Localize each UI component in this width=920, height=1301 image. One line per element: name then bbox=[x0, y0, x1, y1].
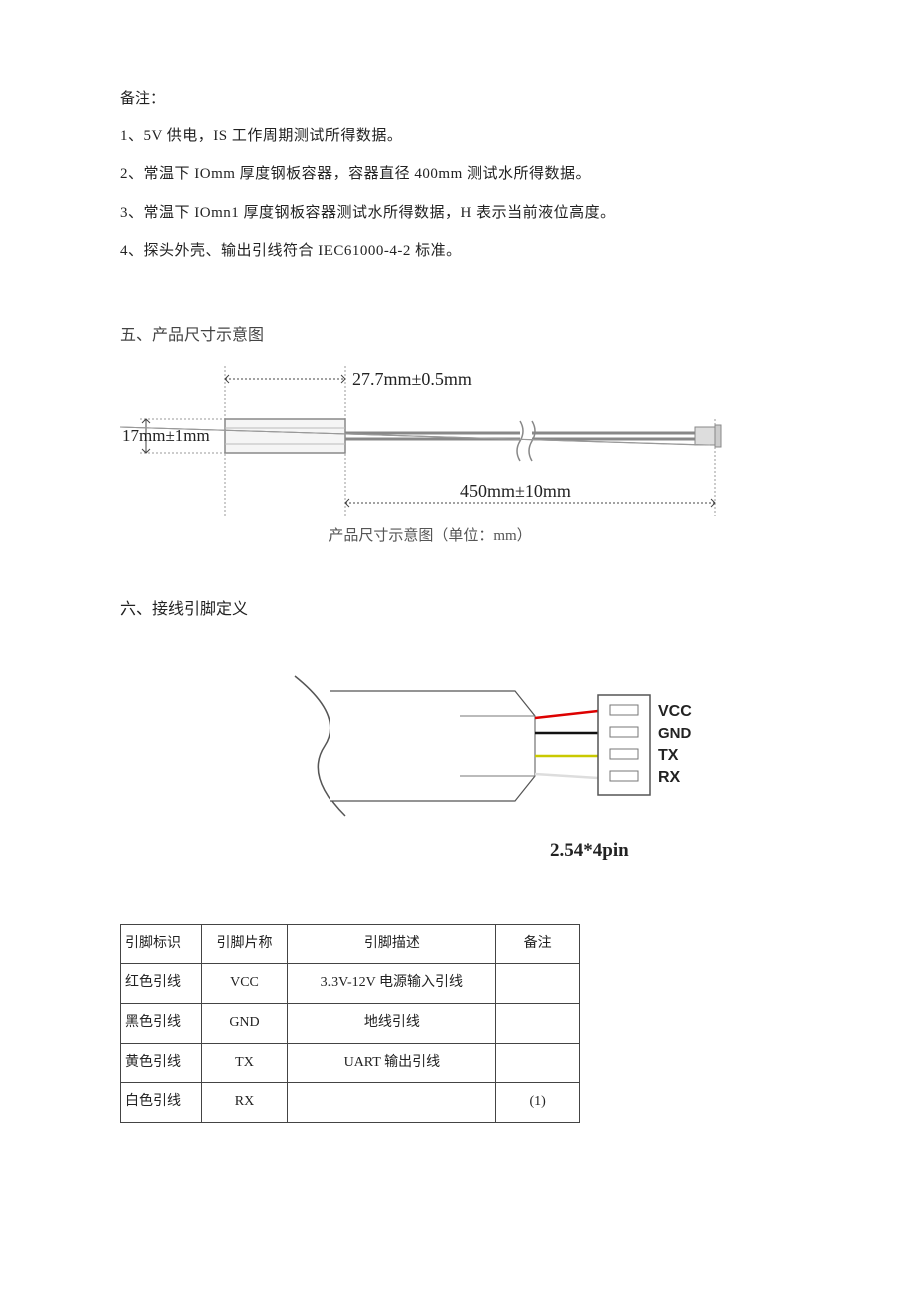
table-header-row: 引脚标识 引脚片称 引脚描述 备注 bbox=[121, 924, 580, 964]
wire-red bbox=[535, 711, 598, 718]
pin-label-gnd: GND bbox=[658, 725, 692, 742]
dimension-caption: 产品尺寸示意图（单位：mm） bbox=[120, 522, 740, 551]
th-pin-desc: 引脚描述 bbox=[288, 924, 496, 964]
th-pin-id: 引脚标识 bbox=[121, 924, 202, 964]
connector-spec: 2.54*4pin bbox=[550, 833, 740, 869]
note-item: 4、探头外壳、输出引线符合 IEC61000-4-2 标准。 bbox=[120, 237, 800, 266]
note-item: 2、常温下 IOmm 厚度钢板容器，容器直径 400mm 测试水所得数据。 bbox=[120, 160, 800, 189]
pinout-diagram: VCC GND TX RX 2.54*4pin bbox=[290, 671, 740, 869]
notes-heading: 备注： bbox=[120, 85, 800, 114]
table-row: 白色引线 RX (1) bbox=[121, 1083, 580, 1123]
section-6-title: 六、接线引脚定义 bbox=[120, 595, 800, 625]
section-5-title: 五、产品尺寸示意图 bbox=[120, 321, 800, 351]
dimension-diagram: 27.7mm±0.5mm 17mm±1mm bbox=[120, 361, 740, 516]
dim-bottom-label: 450mm±10mm bbox=[460, 481, 571, 501]
dim-top-label: 27.7mm±0.5mm bbox=[352, 369, 472, 389]
th-pin-name: 引脚片称 bbox=[201, 924, 288, 964]
document-page: 备注： 1、5V 供电，IS 工作周期测试所得数据。 2、常温下 IOmm 厚度… bbox=[0, 0, 920, 1183]
th-pin-note: 备注 bbox=[496, 924, 580, 964]
pin-table: 引脚标识 引脚片称 引脚描述 备注 红色引线 VCC 3.3V-12V 电源输入… bbox=[120, 924, 580, 1123]
table-row: 黄色引线 TX UART 输出引线 bbox=[121, 1043, 580, 1083]
wire-white bbox=[535, 774, 598, 778]
note-item: 3、常温下 IOmn1 厚度钢板容器测试水所得数据，H 表示当前液位高度。 bbox=[120, 199, 800, 228]
note-item: 1、5V 供电，IS 工作周期测试所得数据。 bbox=[120, 122, 800, 151]
pin-label-vcc: VCC bbox=[658, 703, 692, 720]
table-row: 红色引线 VCC 3.3V-12V 电源输入引线 bbox=[121, 964, 580, 1004]
table-row: 黑色引线 GND 地线引线 bbox=[121, 1004, 580, 1044]
pin-label-rx: RX bbox=[658, 769, 681, 786]
pin-label-tx: TX bbox=[658, 747, 679, 764]
